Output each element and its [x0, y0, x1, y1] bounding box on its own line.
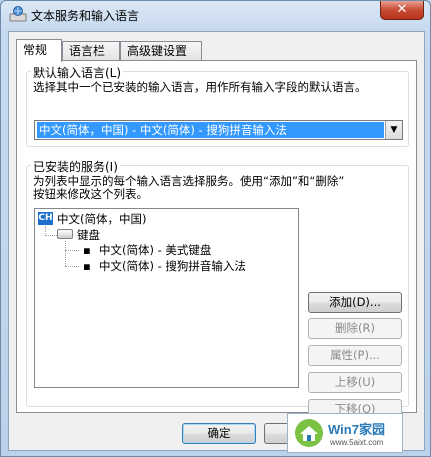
properties-button[interactable]: 属性(P)...: [308, 345, 402, 366]
installed-services-label: 已安装的服务(I): [31, 158, 120, 175]
tab-general[interactable]: 常规: [16, 39, 62, 62]
dialog-window: 文本服务和输入语言 ✕ 常规 语言栏 高级键设置 默认输入语言(L) 选择其中一…: [0, 0, 431, 457]
tree-language-node[interactable]: 中文(简体，中国): [57, 212, 146, 226]
tree-service-item[interactable]: 中文(简体) - 搜狗拼音输入法: [99, 259, 246, 273]
ok-button[interactable]: 确定: [182, 423, 256, 444]
remove-button[interactable]: 删除(R): [308, 318, 402, 339]
keyboard-icon: [57, 229, 73, 239]
default-language-selected: 中文(简体，中国) - 中文(简体) - 搜狗拼音输入法: [37, 122, 384, 138]
tree-item-bullet: ▪: [83, 259, 91, 273]
close-button[interactable]: ✕: [380, 1, 424, 20]
default-language-dropdown[interactable]: 中文(简体，中国) - 中文(简体) - 搜狗拼音输入法 ▼: [34, 120, 403, 140]
tree-connector: [65, 241, 66, 266]
language-badge: CH: [38, 212, 53, 225]
default-language-label: 默认输入语言(L): [31, 64, 124, 81]
move-up-button[interactable]: 上移(U): [308, 372, 402, 393]
installed-services-description-1: 为列表中显示的每个输入语言选择服务。使用“添加”和“删除”: [33, 174, 345, 188]
dialog-body: 常规 语言栏 高级键设置 默认输入语言(L) 选择其中一个已安装的输入语言，用作…: [8, 31, 425, 451]
tab-advanced-key-settings[interactable]: 高级键设置: [120, 41, 202, 61]
tab-language-bar[interactable]: 语言栏: [62, 41, 120, 61]
title-bar[interactable]: 文本服务和输入语言 ✕: [1, 1, 430, 27]
keyboard-globe-icon: [9, 6, 27, 22]
tree-service-item[interactable]: 中文(简体) - 美式键盘: [99, 243, 211, 257]
tree-connector: [45, 235, 57, 236]
services-tree[interactable]: CH 中文(简体，中国) 键盘 ▪ 中文(简体) - 美式键盘 ▪ 中文(简体)…: [34, 208, 299, 388]
chevron-down-icon[interactable]: ▼: [385, 121, 402, 139]
tree-category-node[interactable]: 键盘: [77, 228, 100, 242]
default-language-description: 选择其中一个已安装的输入语言，用作所有输入字段的默认语言。: [33, 80, 367, 94]
watermark-url: www.5aixt.com: [330, 438, 384, 447]
add-button[interactable]: 添加(D)...: [308, 292, 402, 313]
tree-connector: [65, 250, 79, 251]
installed-services-description-2: 按钮来修改这个列表。: [33, 187, 148, 201]
house-logo-icon: [295, 419, 323, 447]
watermark-title: Win7家园: [328, 422, 385, 437]
tree-connector: [65, 266, 79, 267]
tree-item-bullet: ▪: [83, 243, 91, 257]
tab-page-general: 默认输入语言(L) 选择其中一个已安装的输入语言，用作所有输入字段的默认语言。 …: [16, 60, 417, 420]
site-watermark: Win7家园 www.5aixt.com: [287, 413, 403, 453]
window-title: 文本服务和输入语言: [31, 9, 140, 23]
